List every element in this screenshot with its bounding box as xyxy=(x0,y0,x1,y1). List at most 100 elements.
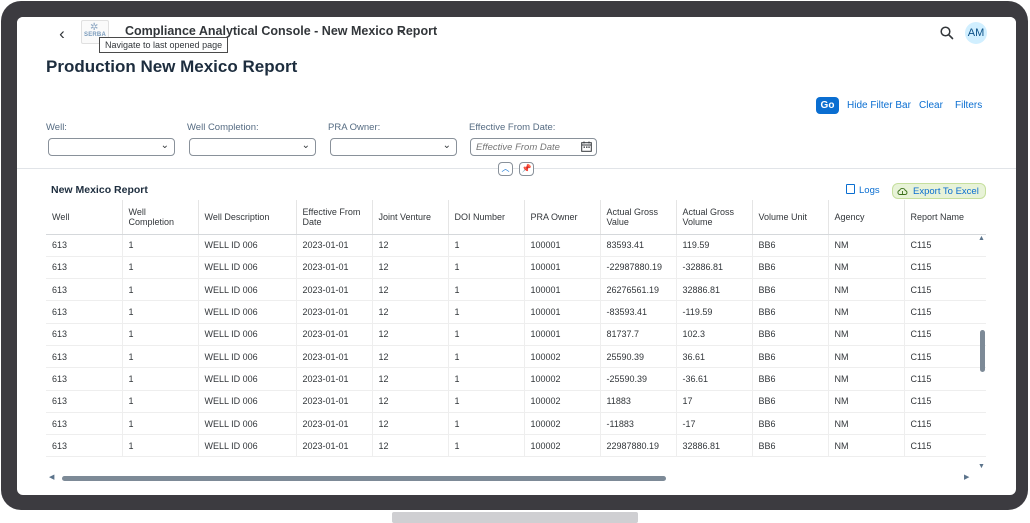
horizontal-scrollbar[interactable]: ◀ ▶ xyxy=(46,474,986,482)
table-cell: 2023-01-01 xyxy=(296,278,373,302)
column-header[interactable]: Actual Gross Value xyxy=(600,200,677,235)
hide-filter-bar-button[interactable]: Hide Filter Bar xyxy=(847,100,911,111)
column-header[interactable]: Volume Unit xyxy=(752,200,829,235)
table-cell: WELL ID 006 xyxy=(198,345,297,369)
table-header-row: Well Well Completion Well Description Effec… xyxy=(46,200,986,235)
table-cell: 1 xyxy=(122,390,199,413)
table-cell: BB6 xyxy=(752,256,829,280)
table-cell: 1 xyxy=(122,256,199,280)
table-cell: 1 xyxy=(122,412,199,436)
table-row[interactable]: 613 1 WELL ID 006 2023-01-01 12 1 100001 262765… xyxy=(46,278,986,302)
table-cell: 2023-01-01 xyxy=(296,234,373,257)
export-to-excel-button[interactable]: Export To Excel xyxy=(892,183,986,199)
table-cell: WELL ID 006 xyxy=(198,323,297,346)
table-cell: 83593.41 xyxy=(600,234,677,257)
column-header[interactable]: DOI Number xyxy=(448,200,525,235)
table-cell: 1 xyxy=(122,234,199,257)
table-cell: 100002 xyxy=(524,345,601,369)
vertical-scrollbar[interactable]: ▲ ▼ xyxy=(978,235,986,472)
logs-icon xyxy=(846,184,855,194)
vertical-scroll-thumb[interactable] xyxy=(980,330,985,372)
table-cell: NM xyxy=(828,256,905,280)
table-cell: BB6 xyxy=(752,367,829,391)
column-header[interactable]: Effective From Date xyxy=(296,200,373,235)
horizontal-scroll-thumb[interactable] xyxy=(62,476,666,481)
table-row[interactable]: 613 1 WELL ID 006 2023-01-01 12 1 100001 -22987… xyxy=(46,256,986,280)
table-row[interactable]: 613 1 WELL ID 006 2023-01-01 12 1 100002 25590.… xyxy=(46,345,986,369)
back-button[interactable]: ‹ xyxy=(53,23,71,45)
table-row[interactable]: 613 1 WELL ID 006 2023-01-01 12 1 100001 -83593… xyxy=(46,300,986,324)
collapse-header-button[interactable]: ︿ xyxy=(498,162,513,176)
table-cell: C115 xyxy=(904,278,986,302)
column-header[interactable]: PRA Owner xyxy=(524,200,601,235)
clear-button[interactable]: Clear xyxy=(919,100,943,111)
table-cell: 1 xyxy=(122,300,199,324)
go-button[interactable]: Go xyxy=(816,97,839,114)
column-header[interactable]: Well Completion xyxy=(122,200,199,235)
table-row[interactable]: 613 1 WELL ID 006 2023-01-01 12 1 100002 11883 1… xyxy=(46,390,986,413)
table-cell: 1 xyxy=(122,323,199,346)
table-cell: NM xyxy=(828,345,905,369)
app-title[interactable]: Compliance Analytical Console - New Mexi… xyxy=(125,24,437,38)
table-cell: 1 xyxy=(448,390,525,413)
table-cell: 12 xyxy=(372,367,449,391)
pin-header-button[interactable]: 📌 xyxy=(519,162,534,176)
table-cell: BB6 xyxy=(752,390,829,413)
eff-date-label: Effective From Date: xyxy=(469,122,556,133)
table-cell: BB6 xyxy=(752,278,829,302)
table-cell: 11883 xyxy=(600,390,677,413)
column-header[interactable]: Report Name xyxy=(904,200,986,235)
table-row[interactable]: 613 1 WELL ID 006 2023-01-01 12 1 100002 -11883… xyxy=(46,412,986,436)
device-bezel: ‹ ✲ SERBA Navigate to last opened page C… xyxy=(1,1,1028,510)
column-header[interactable]: Agency xyxy=(828,200,905,235)
table-cell: 12 xyxy=(372,390,449,413)
table-cell: NM xyxy=(828,434,905,458)
column-header[interactable]: Actual Gross Volume xyxy=(676,200,753,235)
search-icon[interactable] xyxy=(939,25,955,41)
column-header[interactable]: Well Description xyxy=(198,200,297,235)
monitor-stand xyxy=(392,512,638,523)
chevron-down-icon[interactable]: ⌄ xyxy=(397,23,406,36)
table-cell: 25590.39 xyxy=(600,345,677,369)
scroll-down-icon[interactable]: ▼ xyxy=(978,463,985,470)
table-cell: C115 xyxy=(904,300,986,324)
well-label: Well: xyxy=(46,122,67,133)
table-cell: 32886.81 xyxy=(676,434,753,458)
scroll-right-icon[interactable]: ▶ xyxy=(964,473,969,481)
pra-owner-select[interactable]: ⌄ xyxy=(330,138,457,156)
well-completion-select[interactable]: ⌄ xyxy=(189,138,316,156)
table-cell: -32886.81 xyxy=(676,256,753,280)
table-row[interactable]: 613 1 WELL ID 006 2023-01-01 12 1 100002 -25590… xyxy=(46,367,986,391)
table-title: New Mexico Report xyxy=(51,184,148,196)
filters-button[interactable]: Filters xyxy=(955,100,982,111)
column-header[interactable]: Joint Venture xyxy=(372,200,449,235)
table-cell: 12 xyxy=(372,300,449,324)
effective-from-date-input[interactable] xyxy=(470,138,597,156)
column-header[interactable]: Well xyxy=(46,200,123,235)
table-cell: -83593.41 xyxy=(600,300,677,324)
chevron-down-icon: ⌄ xyxy=(160,140,169,151)
table-cell: 100002 xyxy=(524,390,601,413)
table-cell: WELL ID 006 xyxy=(198,367,297,391)
table-cell: 1 xyxy=(122,278,199,302)
table-cell: 12 xyxy=(372,434,449,458)
export-label: Export To Excel xyxy=(913,186,979,197)
well-select[interactable]: ⌄ xyxy=(48,138,175,156)
table-cell: 1 xyxy=(448,300,525,324)
table-cell: -22987880.19 xyxy=(600,256,677,280)
scroll-up-icon[interactable]: ▲ xyxy=(978,235,985,242)
report-table-section: New Mexico Report Logs Export To Excel W… xyxy=(46,178,991,481)
table-row[interactable]: 613 1 WELL ID 006 2023-01-01 12 1 100001 81737.… xyxy=(46,323,986,346)
table-row[interactable]: 613 1 WELL ID 006 2023-01-01 12 1 100001 83593.… xyxy=(46,234,986,257)
table-cell: NM xyxy=(828,412,905,436)
table-row[interactable]: 613 1 WELL ID 006 2023-01-01 12 1 100002 229878… xyxy=(46,434,986,458)
table-cell: 613 xyxy=(46,300,123,324)
table-cell: 12 xyxy=(372,345,449,369)
table-cell: BB6 xyxy=(752,323,829,346)
scroll-left-icon[interactable]: ◀ xyxy=(49,473,54,481)
table-cell: -36.61 xyxy=(676,367,753,391)
table-cell: 100002 xyxy=(524,412,601,436)
table-cell: 1 xyxy=(122,345,199,369)
logs-button[interactable]: Logs xyxy=(846,183,880,199)
user-avatar[interactable]: AM xyxy=(965,22,987,44)
